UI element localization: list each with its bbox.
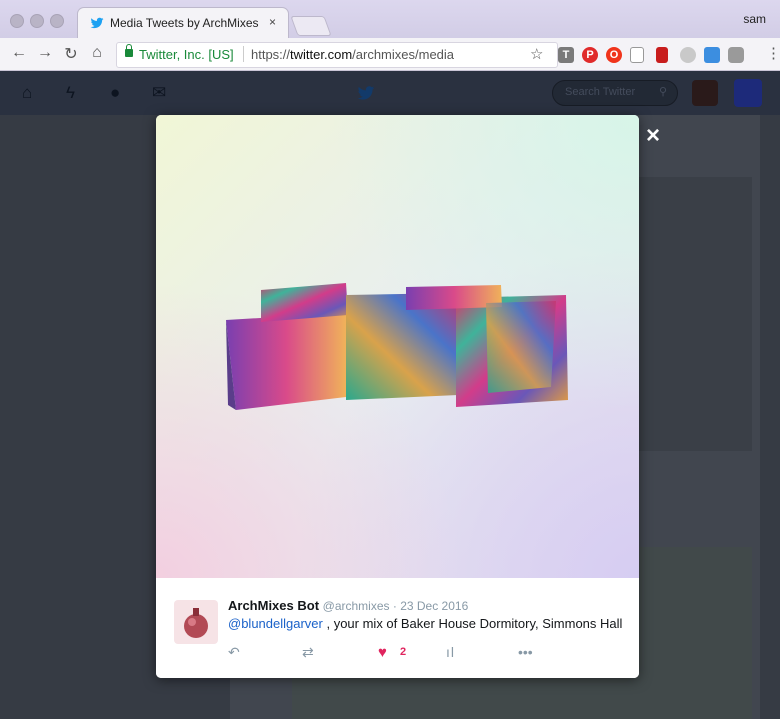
like-heart-icon[interactable]: ♥ <box>378 644 387 661</box>
bookmark-star-icon[interactable]: ☆ <box>530 45 543 63</box>
home-icon[interactable]: ⌂ <box>22 83 32 103</box>
render-block <box>486 301 556 393</box>
forward-arrow-icon[interactable]: → <box>36 44 54 62</box>
tab-close-icon[interactable]: × <box>269 15 276 29</box>
user-avatar[interactable] <box>692 80 718 106</box>
twitter-logo-icon[interactable] <box>356 84 376 102</box>
avatar-render-icon <box>184 608 208 638</box>
analytics-icon[interactable]: ıl <box>446 644 455 660</box>
mention-link[interactable]: @blundellgarver <box>228 616 323 631</box>
tweet-date[interactable]: 23 Dec 2016 <box>400 599 468 613</box>
reload-icon[interactable]: ↻ <box>62 44 80 64</box>
home-icon[interactable]: ⌂ <box>88 44 106 62</box>
header-separator: · <box>389 599 401 613</box>
camera-icon[interactable] <box>728 47 744 63</box>
author-name[interactable]: ArchMixes Bot <box>228 598 319 613</box>
close-window-button[interactable] <box>10 14 24 28</box>
minimize-window-button[interactable] <box>30 14 44 28</box>
twitter-nav-bar: ⌂ ϟ ● ✉ Search Twitter ⚲ <box>0 71 780 115</box>
notifications-bell-icon[interactable]: ● <box>110 83 120 103</box>
tweet-body: , your mix of Baker House Dormitory, Sim… <box>322 616 623 631</box>
messages-envelope-icon[interactable]: ✉ <box>152 83 166 103</box>
address-bar[interactable]: Twitter, Inc. [US] https://twitter.com/a… <box>116 42 558 68</box>
search-placeholder: Search Twitter <box>565 86 636 98</box>
url-path: /archmixes/media <box>352 47 455 62</box>
media-image <box>156 115 639 578</box>
tab-strip: Media Tweets by ArchMixes Bot × sam <box>0 0 780 38</box>
new-tab-button[interactable] <box>290 16 332 36</box>
like-count: 2 <box>400 646 407 658</box>
secure-label: Twitter, Inc. [US] <box>139 47 234 62</box>
url-divider <box>243 46 244 62</box>
tweet-header: ArchMixes Bot @archmixes · 23 Dec 2016 <box>228 598 468 613</box>
moments-lightning-icon[interactable]: ϟ <box>66 83 75 103</box>
compose-tweet-button[interactable] <box>734 79 762 107</box>
lock-icon <box>125 44 133 57</box>
tab-title: Media Tweets by ArchMixes Bot <box>110 16 260 30</box>
browser-tab[interactable]: Media Tweets by ArchMixes Bot × <box>78 8 288 38</box>
author-avatar[interactable] <box>174 600 218 644</box>
zoom-window-button[interactable] <box>50 14 64 28</box>
profile-name[interactable]: sam <box>743 12 766 26</box>
render-block <box>346 293 458 400</box>
media-modal: ArchMixes Bot @archmixes · 23 Dec 2016 @… <box>156 115 639 678</box>
url-text: https://twitter.com/archmixes/media <box>251 47 454 62</box>
extension-t-icon[interactable]: T <box>558 47 574 63</box>
tweet-actions: ↶ ⇄ ♥ 2 ıl ••• <box>228 644 548 664</box>
bars-extension-icon[interactable] <box>656 47 668 63</box>
reply-icon[interactable]: ↶ <box>228 644 240 661</box>
opera-icon[interactable]: O <box>606 47 622 63</box>
more-options-icon[interactable]: ••• <box>518 644 533 660</box>
twitter-bird-icon <box>90 17 104 29</box>
document-icon[interactable] <box>630 47 644 63</box>
render-wedge <box>226 313 346 410</box>
cloud-icon[interactable] <box>680 47 696 63</box>
close-modal-icon[interactable]: × <box>646 122 660 150</box>
url-host: twitter.com <box>290 47 353 62</box>
back-arrow-icon[interactable]: ← <box>10 44 28 62</box>
pinterest-icon[interactable]: P <box>582 47 598 63</box>
resize-extension-icon[interactable] <box>704 47 720 63</box>
building-render <box>226 283 568 410</box>
url-prefix: https:// <box>251 47 291 62</box>
tweet-details: ArchMixes Bot @archmixes · 23 Dec 2016 @… <box>156 578 639 678</box>
background-media-card <box>630 177 752 451</box>
search-icon[interactable]: ⚲ <box>659 85 667 98</box>
browser-menu-icon[interactable]: ⋮ <box>766 44 780 62</box>
twitter-search-input[interactable]: Search Twitter ⚲ <box>552 80 678 106</box>
tweet-text: @blundellgarver , your mix of Baker Hous… <box>228 616 622 631</box>
retweet-icon[interactable]: ⇄ <box>302 644 314 661</box>
author-handle[interactable]: @archmixes <box>323 599 390 613</box>
